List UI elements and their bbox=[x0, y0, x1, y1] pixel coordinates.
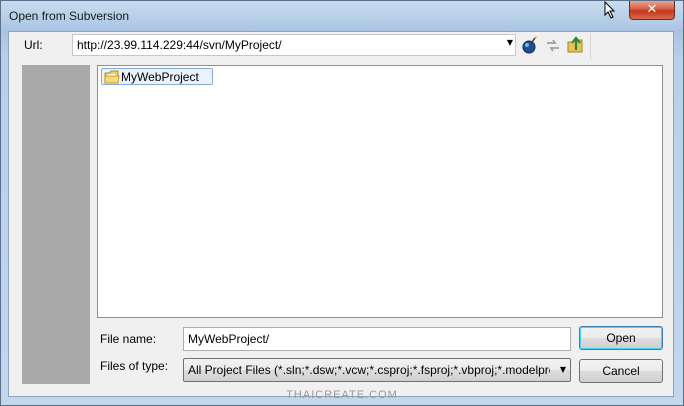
chevron-down-icon: ▼ bbox=[559, 365, 566, 374]
file-name-label: File name: bbox=[100, 332, 157, 346]
places-pane bbox=[22, 65, 90, 384]
up-folder-icon[interactable] bbox=[566, 34, 586, 56]
chevron-down-icon[interactable]: ▼ bbox=[507, 38, 513, 47]
toolbar-divider bbox=[590, 33, 591, 59]
open-button[interactable]: Open bbox=[579, 326, 663, 350]
mouse-cursor-icon bbox=[604, 1, 616, 19]
refresh-icon[interactable] bbox=[543, 34, 563, 56]
url-value: http://23.99.114.229:44/svn/MyProject/ bbox=[77, 38, 282, 52]
file-name-input[interactable]: MyWebProject/ bbox=[183, 327, 571, 351]
folder-icon bbox=[104, 70, 120, 84]
watermark-text: THAICREATE.COM bbox=[286, 389, 398, 401]
close-button[interactable]: ✕ bbox=[629, 1, 675, 20]
files-of-type-value: All Project Files (*.sln;*.dsw;*.vcw;*.c… bbox=[188, 363, 550, 377]
list-item[interactable]: MyWebProject bbox=[101, 68, 213, 85]
window-title: Open from Subversion bbox=[9, 9, 130, 23]
list-item-label: MyWebProject bbox=[121, 70, 199, 84]
url-label: Url: bbox=[24, 38, 43, 52]
connect-icon[interactable] bbox=[520, 34, 540, 56]
file-name-value: MyWebProject/ bbox=[188, 332, 270, 346]
title-bar[interactable]: Open from Subversion bbox=[1, 1, 683, 31]
file-browser-list[interactable]: MyWebProject bbox=[97, 65, 663, 318]
url-combobox[interactable]: http://23.99.114.229:44/svn/MyProject/ ▼ bbox=[72, 34, 516, 56]
files-of-type-label: Files of type: bbox=[100, 359, 169, 373]
files-of-type-select[interactable]: All Project Files (*.sln;*.dsw;*.vcw;*.c… bbox=[183, 358, 571, 382]
cancel-button[interactable]: Cancel bbox=[579, 359, 663, 383]
close-icon: ✕ bbox=[646, 2, 658, 17]
